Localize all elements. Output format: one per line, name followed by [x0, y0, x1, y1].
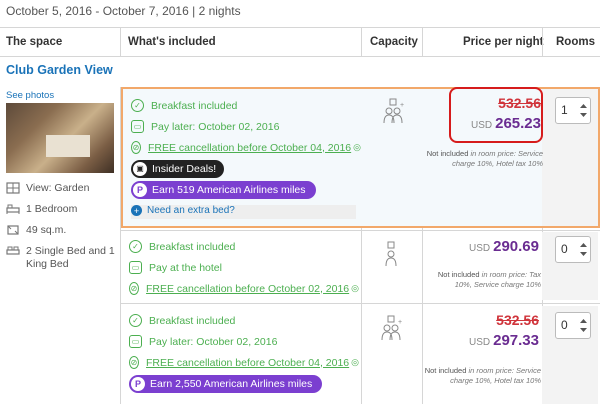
- stepper-arrows-icon: [580, 319, 587, 332]
- price-note: Not included in room price: Service char…: [424, 366, 541, 385]
- svg-text:+: +: [400, 102, 404, 109]
- card-icon: ▭: [131, 120, 144, 133]
- svg-text:+: +: [398, 319, 402, 326]
- insider-deals-row: ▣ Insider Deals!: [131, 158, 361, 179]
- extra-bed-link[interactable]: + Need an extra bed?: [131, 205, 235, 216]
- double-bed-icon: [6, 246, 20, 255]
- col-capacity: Capacity: [370, 36, 418, 48]
- stepper-arrows-icon: [580, 243, 587, 256]
- price-note: Not included in room price: Service char…: [426, 149, 543, 168]
- stay-dates: October 5, 2016 - October 7, 2016 | 2 ni…: [6, 4, 241, 18]
- check-icon: ✓: [131, 99, 144, 112]
- miles-icon: P: [131, 376, 145, 391]
- see-photos-link[interactable]: See photos: [6, 90, 116, 101]
- card-icon: ▭: [129, 261, 142, 274]
- feature-beds: 2 Single Bed and 1 King Bed: [6, 245, 116, 271]
- miles-row: P Earn 2,550 American Airlines miles: [129, 373, 359, 394]
- window-icon: [6, 182, 20, 194]
- included-list: ✓ Breakfast included ▭ Pay later: October …: [129, 310, 359, 394]
- cancellation-item[interactable]: ⊘ FREE cancellation before October 02, 20…: [129, 278, 359, 299]
- price-block: 532.56 USD 297.33: [423, 312, 539, 349]
- payment-item: ▭ Pay later: October 02, 2016: [131, 116, 361, 137]
- cancellation-icon: ⊘: [129, 282, 140, 295]
- feature-view: View: Garden: [6, 182, 116, 195]
- feature-bedroom: 1 Bedroom: [6, 203, 116, 216]
- col-price-per-night: Price per night: [463, 36, 544, 48]
- col-whats-included: What's included: [128, 36, 216, 48]
- two-person-icon: +: [383, 98, 404, 124]
- miles-badge[interactable]: P Earn 519 American Airlines miles: [131, 180, 316, 199]
- extra-bed-row: + Need an extra bed?: [131, 200, 361, 221]
- payment-item: ▭ Pay later: October 02, 2016: [129, 331, 359, 352]
- price-block: USD 290.69: [423, 238, 539, 255]
- breakfast-item: ✓ Breakfast included: [129, 310, 359, 331]
- rooms-select[interactable]: 0: [555, 312, 591, 339]
- room-photo[interactable]: [6, 103, 114, 173]
- col-the-space: The space: [6, 36, 63, 48]
- two-person-icon: +: [381, 315, 402, 341]
- original-price: 532.56: [496, 312, 539, 328]
- check-icon: ✓: [129, 240, 142, 253]
- cancellation-item[interactable]: ⊘ FREE cancellation before October 04, 20…: [129, 352, 359, 373]
- two-person-icon: [385, 241, 397, 267]
- cancellation-icon: ⊘: [131, 141, 142, 154]
- gift-icon: ▣: [133, 161, 147, 176]
- cancellation-item[interactable]: ⊘ FREE cancellation before October 04, 20…: [131, 137, 361, 158]
- miles-badge[interactable]: P Earn 2,550 American Airlines miles: [129, 374, 323, 393]
- miles-row: P Earn 519 American Airlines miles: [131, 179, 361, 200]
- area-icon: [7, 225, 19, 235]
- check-icon: ✓: [129, 314, 142, 327]
- price-note: Not included in room price: Tax 10%, Ser…: [437, 270, 541, 289]
- breakfast-item: ✓ Breakfast included: [131, 95, 361, 116]
- plus-icon: +: [131, 205, 142, 216]
- price-highlight-box: [449, 87, 543, 143]
- breakfast-item: ✓ Breakfast included: [129, 236, 359, 257]
- offer-row: ✓ Breakfast included ▭ Pay at the hotel ⊘ F…: [121, 232, 600, 300]
- offer-row: ✓ Breakfast included ▭ Pay later: October …: [121, 306, 600, 404]
- miles-icon: P: [133, 182, 147, 197]
- room-title[interactable]: Club Garden View: [6, 63, 113, 77]
- stepper-arrows-icon: [580, 104, 587, 117]
- card-icon: ▭: [129, 335, 142, 348]
- table-header: The space What's included Capacity Price…: [0, 27, 600, 57]
- discounted-price: USD 297.33: [468, 332, 539, 349]
- bed-icon: [6, 204, 20, 214]
- included-list: ✓ Breakfast included ▭ Pay at the hotel ⊘ F…: [129, 236, 359, 299]
- rooms-select[interactable]: 1: [555, 97, 591, 124]
- col-rooms: Rooms: [556, 36, 595, 48]
- current-price: USD 290.69: [468, 238, 539, 255]
- offer-row: ✓ Breakfast included ▭ Pay later: October …: [121, 87, 600, 228]
- room-info: See photos View: Garden 1 Bedroom 49 sq.…: [6, 90, 116, 271]
- cancellation-icon: ⊘: [129, 356, 140, 369]
- included-list: ✓ Breakfast included ▭ Pay later: October …: [131, 95, 361, 221]
- rooms-select[interactable]: 0: [555, 236, 591, 263]
- payment-item: ▭ Pay at the hotel: [129, 257, 359, 278]
- feature-size: 49 sq.m.: [6, 224, 116, 237]
- insider-deals-badge[interactable]: ▣ Insider Deals!: [131, 159, 225, 178]
